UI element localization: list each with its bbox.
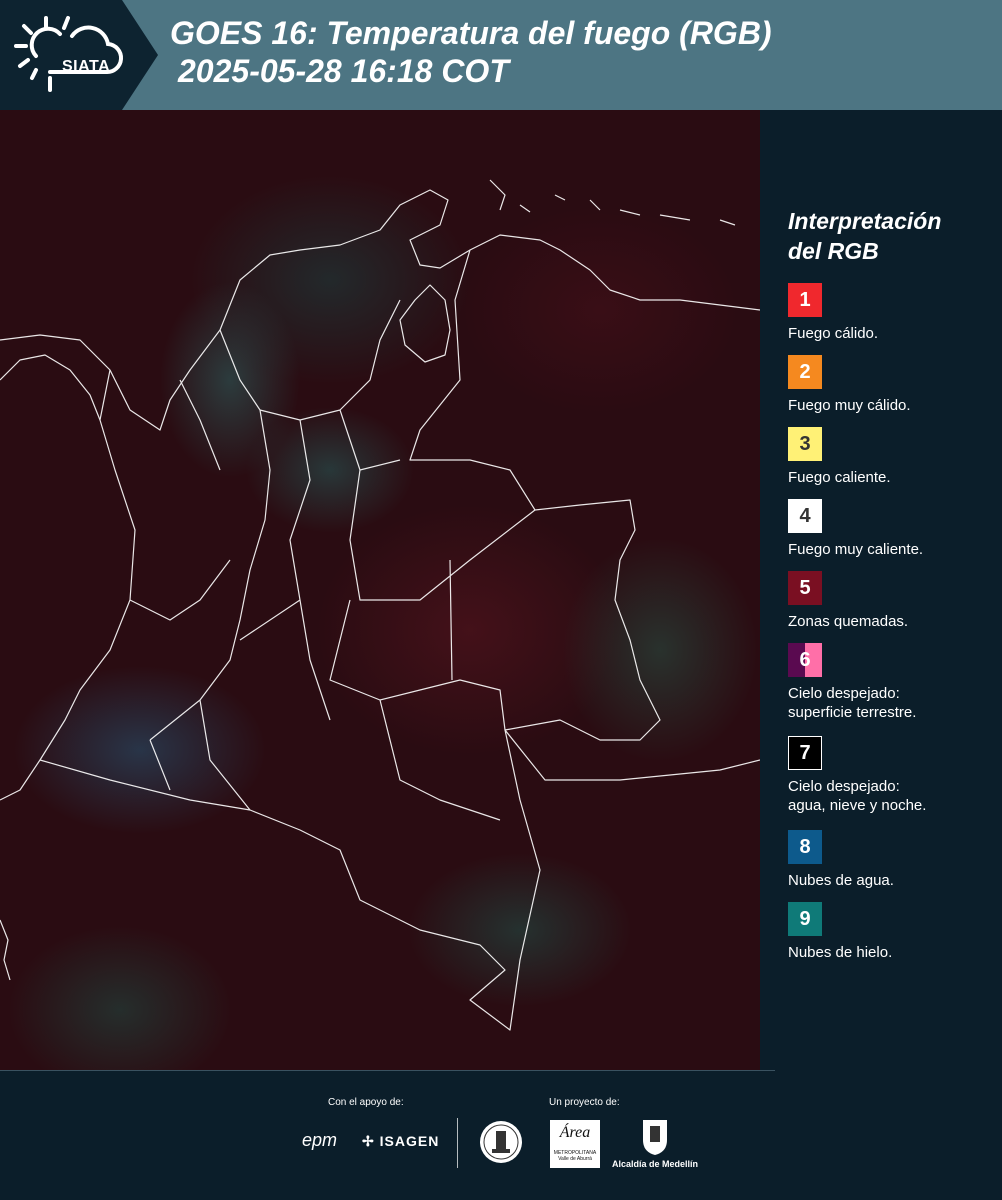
title-product: GOES 16: Temperatura del fuego (RGB) <box>170 15 772 51</box>
legend-item: 3 Fuego caliente. <box>788 427 988 487</box>
legend-label: Zonas quemadas. <box>788 612 988 631</box>
panama-coast <box>0 354 101 421</box>
legend-label: Fuego cálido. <box>788 324 988 343</box>
legend-item: 7 Cielo despejado: agua, nieve y noche. <box>788 736 988 815</box>
legend-label: Fuego caliente. <box>788 468 988 487</box>
legend-label-line1: Zonas quemadas. <box>788 613 909 630</box>
legend-label-line2: agua, nieve y noche. <box>788 797 927 814</box>
left-coast-fragment <box>0 919 11 981</box>
legend-label-line1: Fuego muy caliente. <box>788 541 924 558</box>
legend-swatch: 7 <box>788 736 822 770</box>
legend-item: 8 Nubes de agua. <box>788 830 988 890</box>
legend-label: Nubes de hielo. <box>788 943 988 962</box>
siata-logo: SIATA <box>14 14 126 96</box>
islands <box>489 179 736 226</box>
sun-cloud-icon <box>14 16 124 92</box>
legend-label-line1: Fuego muy cálido. <box>788 397 911 414</box>
legend-item: 6 Cielo despejado: superficie terrestre. <box>788 643 988 722</box>
legend-label: Cielo despejado: superficie terrestre. <box>788 684 988 722</box>
page-title: GOES 16: Temperatura del fuego (RGB) 202… <box>170 14 772 90</box>
borders-overlay <box>0 179 760 1031</box>
legend-swatch: 6 <box>788 643 822 677</box>
coastline <box>0 189 760 431</box>
legend-label-line1: Nubes de agua. <box>788 872 894 889</box>
legend-label-line1: Cielo despejado: <box>788 685 900 702</box>
medellin-label: Alcaldía de Medellín <box>612 1159 699 1169</box>
legend-title: Interpretación del RGB <box>788 206 941 266</box>
legend-label-line1: Fuego cálido. <box>788 325 879 342</box>
eastern-border <box>409 249 661 741</box>
legend-swatch: 9 <box>788 902 822 936</box>
lake-outline <box>399 284 451 363</box>
footer-logo-divider <box>457 1118 458 1168</box>
legend-swatch: 2 <box>788 355 822 389</box>
isagen-logo: ✢ ISAGEN <box>362 1133 439 1150</box>
legend-title-line1: Interpretación <box>788 208 942 234</box>
legend-label: Cielo despejado: agua, nieve y noche. <box>788 777 988 815</box>
legend-item: 9 Nubes de hielo. <box>788 902 988 962</box>
project-label: Un proyecto de: <box>549 1097 620 1108</box>
area-logo-subtext: METROPOLITANA Valle de Aburrá <box>553 1150 597 1162</box>
legend-swatch: 8 <box>788 830 822 864</box>
legend-label-line1: Cielo despejado: <box>788 778 900 795</box>
legend-title-line2: del RGB <box>788 238 879 264</box>
support-label: Con el apoyo de: <box>328 1097 404 1108</box>
legend-label-line1: Nubes de hielo. <box>788 944 893 961</box>
area-logo-text: Área <box>559 1124 591 1141</box>
legend-swatch: 1 <box>788 283 822 317</box>
legend-item: 2 Fuego muy cálido. <box>788 355 988 415</box>
legend-swatch: 4 <box>788 499 822 533</box>
legend-label: Fuego muy caliente. <box>788 540 988 559</box>
footer-divider <box>0 1070 775 1071</box>
title-timestamp: 2025-05-28 16:18 COT <box>178 53 509 89</box>
legend-swatch: 5 <box>788 571 822 605</box>
legend-label-line2: superficie terrestre. <box>788 704 917 721</box>
legend-item: 1 Fuego cálido. <box>788 283 988 343</box>
department-borders <box>129 299 536 821</box>
pacific-coast <box>0 369 136 801</box>
legend-item: 5 Zonas quemadas. <box>788 571 988 631</box>
legend-item: 4 Fuego muy caliente. <box>788 499 988 559</box>
siata-logo-text: SIATA <box>62 58 111 75</box>
legend-label-line1: Fuego caliente. <box>788 469 891 486</box>
area-metropolitana-logo: Área METROPOLITANA Valle de Aburrá <box>550 1120 600 1168</box>
epm-logo: epm <box>302 1130 338 1150</box>
antioquia-seal-icon <box>480 1121 522 1163</box>
isagen-text: ISAGEN <box>379 1133 440 1149</box>
satellite-map <box>0 110 760 1070</box>
medellin-shield-icon <box>643 1120 667 1155</box>
legend-swatch: 3 <box>788 427 822 461</box>
isagen-icon: ✢ <box>362 1133 375 1149</box>
legend-label: Nubes de agua. <box>788 871 988 890</box>
legend-label: Fuego muy cálido. <box>788 396 988 415</box>
southern-border <box>39 729 760 1031</box>
